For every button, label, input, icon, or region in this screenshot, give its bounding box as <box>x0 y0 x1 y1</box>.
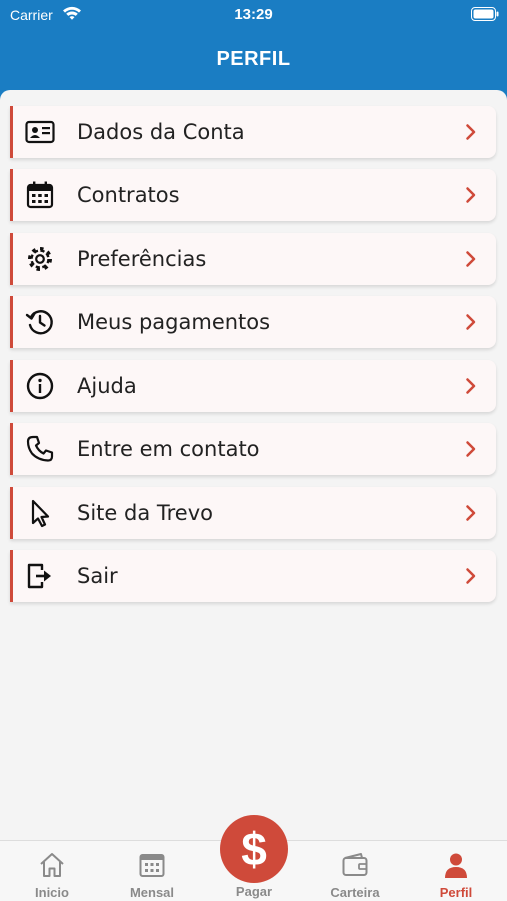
menu-item-label: Meus pagamentos <box>77 310 271 334</box>
menu-item-sair[interactable]: Sair <box>10 550 496 602</box>
chevron-right-icon <box>466 568 476 584</box>
pay-button[interactable]: $ <box>220 815 288 883</box>
wallet-icon <box>342 853 368 876</box>
tab-label: Mensal <box>129 885 175 900</box>
chevron-right-icon <box>466 505 476 521</box>
tab-perfil[interactable]: Perfil <box>416 841 496 901</box>
phone-icon <box>26 435 54 462</box>
chevron-right-icon <box>466 251 476 267</box>
menu-item-entre-em-contato[interactable]: Entre em contato <box>10 423 496 475</box>
menu-item-label: Site da Trevo <box>77 501 213 525</box>
profile-menu: Dados da Conta Contratos Preferências Me… <box>0 90 507 840</box>
page-title: PERFIL <box>216 48 291 70</box>
chevron-right-icon <box>466 378 476 394</box>
tab-label: Carteira <box>330 885 380 900</box>
history-icon <box>25 310 53 335</box>
chevron-right-icon <box>466 124 476 140</box>
chevron-right-icon <box>466 314 476 330</box>
tab-label: Inicio <box>35 885 69 900</box>
home-icon <box>40 853 64 877</box>
menu-item-contratos[interactable]: Contratos <box>10 169 496 221</box>
pay-button-label: Pagar <box>235 884 273 899</box>
menu-item-label: Contratos <box>77 183 180 207</box>
menu-item-label: Entre em contato <box>77 437 260 461</box>
app-header: Carrier 13:29 PERFIL <box>0 0 507 100</box>
menu-item-label: Dados da Conta <box>77 120 245 144</box>
dollar-icon: $ <box>241 823 267 875</box>
battery-icon <box>471 7 499 21</box>
calendar-icon <box>139 854 165 877</box>
status-bar: Carrier 13:29 <box>0 0 507 30</box>
info-icon <box>26 372 54 400</box>
tab-label: Perfil <box>439 885 473 900</box>
tab-mensal[interactable]: Mensal <box>112 841 192 901</box>
menu-item-meus-pagamentos[interactable]: Meus pagamentos <box>10 296 496 348</box>
chevron-right-icon <box>466 187 476 203</box>
id-card-icon <box>25 120 55 144</box>
tab-carteira[interactable]: Carteira <box>315 841 395 901</box>
chevron-right-icon <box>466 441 476 457</box>
tab-inicio[interactable]: Inicio <box>12 841 92 901</box>
menu-item-label: Ajuda <box>77 374 137 398</box>
cursor-icon <box>31 499 50 528</box>
menu-item-label: Sair <box>77 564 118 588</box>
calendar-icon <box>26 181 54 209</box>
user-icon <box>445 853 467 878</box>
menu-item-preferencias[interactable]: Preferências <box>10 233 496 285</box>
menu-item-dados-da-conta[interactable]: Dados da Conta <box>10 106 496 158</box>
menu-item-site-da-trevo[interactable]: Site da Trevo <box>10 487 496 539</box>
menu-item-ajuda[interactable]: Ajuda <box>10 360 496 412</box>
gear-icon <box>28 247 52 271</box>
logout-icon <box>27 563 51 589</box>
menu-item-label: Preferências <box>77 247 207 271</box>
status-time: 13:29 <box>234 6 273 23</box>
